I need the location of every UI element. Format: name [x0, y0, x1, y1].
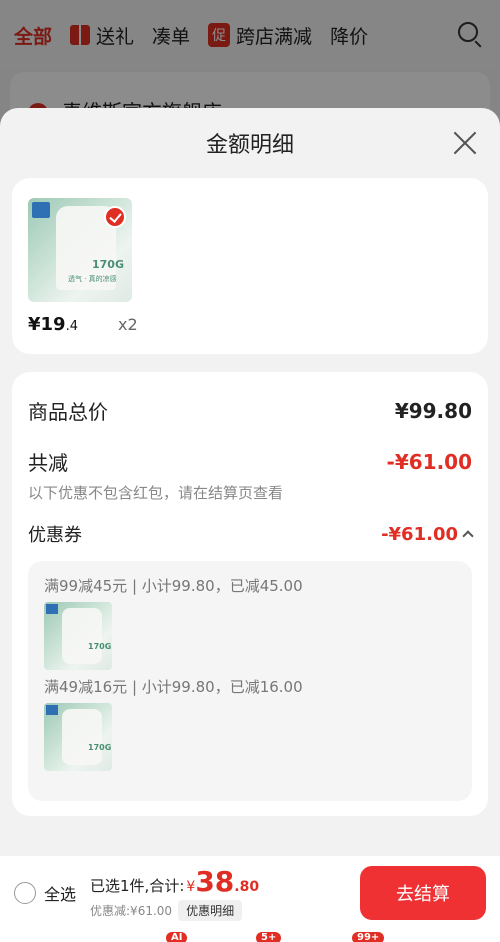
coupon-line-1: 满99减45元 | 小计99.80，已减45.00 [44, 577, 303, 595]
summary-total-line: 已选1件,合计: ¥ 38 .80 [90, 865, 259, 898]
reduce-label: 共减 [28, 451, 68, 475]
coupon-label: 优惠券 [28, 525, 82, 546]
image-weight-text: 170G [92, 258, 124, 271]
order-summary: 已选1件,合计: ¥ 38 .80 优惠减:¥61.00 优惠明细 [90, 865, 259, 921]
summary-discount-line: 优惠减:¥61.00 优惠明细 [90, 900, 259, 921]
unit-price-main: ¥19 [28, 314, 66, 335]
total-label: 商品总价 [28, 400, 108, 424]
discount-detail-button[interactable]: 优惠明细 [178, 900, 243, 921]
coupon-value-wrap: -¥61.00 [381, 523, 474, 545]
total-value: ¥99.80 [394, 398, 472, 423]
reduce-value: -¥61.00 [386, 449, 472, 474]
total-currency: ¥ [186, 879, 196, 895]
image-subtext: 透气 · 真的凉感 [68, 275, 117, 283]
product-card: 170G 透气 · 真的凉感 ¥19.4 x2 [12, 178, 488, 354]
coupon-value: -¥61.00 [381, 523, 458, 545]
image-weight-text: 170G [88, 743, 112, 752]
total-decimal: .80 [234, 879, 260, 895]
tab-badge-cart: 99+ [352, 932, 385, 942]
selected-check-icon [104, 206, 126, 228]
shirt-illustration [62, 709, 102, 765]
chevron-up-icon[interactable] [462, 530, 474, 542]
close-icon[interactable] [452, 130, 478, 156]
coupon-row[interactable]: 优惠券 -¥61.00 [28, 521, 474, 547]
checkout-bar: 全选 已选1件,合计: ¥ 38 .80 优惠减:¥61.00 优惠明细 去结算 [0, 856, 500, 930]
brand-logo-icon [46, 604, 58, 614]
total-integer: 38 [195, 865, 235, 898]
product-price-row: ¥19.4 x2 [28, 314, 472, 335]
select-all-label[interactable]: 全选 [44, 881, 76, 905]
discount-note: 以下优惠不包含红包，请在结算页查看 [28, 484, 284, 502]
reduce-row: 共减 -¥61.00 [28, 447, 472, 476]
shirt-illustration [62, 608, 102, 664]
unit-price: ¥19.4 [28, 314, 78, 335]
unit-price-decimal: .4 [65, 319, 78, 334]
coupon-product-image-1: 170G [44, 602, 112, 670]
product-image[interactable]: 170G 透气 · 真的凉感 [28, 198, 132, 302]
coupon-product-image-2: 170G [44, 703, 112, 771]
coupon-line-2: 满49减16元 | 小计99.80，已减16.00 [44, 678, 303, 696]
checkout-button[interactable]: 去结算 [360, 866, 486, 920]
quantity: x2 [117, 315, 138, 334]
sheet-header: 金额明细 [0, 108, 500, 178]
price-detail-card: 商品总价 ¥99.80 共减 -¥61.00 以下优惠不包含红包，请在结算页查看… [12, 372, 488, 816]
total-row: 商品总价 ¥99.80 [28, 396, 472, 425]
bottom-tab-bar: AI 5+ 99+ [0, 930, 500, 942]
brand-logo-icon [46, 705, 58, 715]
tab-badge-messages: 5+ [256, 932, 282, 942]
selected-count-text: 已选1件,合计: [90, 877, 185, 895]
brand-logo-icon [32, 202, 50, 218]
discount-amount: 优惠减:¥61.00 [90, 904, 173, 918]
coupon-breakdown: 满99减45元 | 小计99.80，已减45.00 170G 满49减16元 |… [28, 561, 472, 801]
select-all-radio[interactable] [14, 882, 36, 904]
amount-detail-sheet: 金额明细 170G 透气 · 真的凉感 ¥19.4 x2 商品总价 ¥99.80… [0, 108, 500, 856]
sheet-title: 金额明细 [205, 133, 294, 158]
image-weight-text: 170G [88, 642, 112, 651]
tab-badge-ai: AI [166, 932, 188, 942]
